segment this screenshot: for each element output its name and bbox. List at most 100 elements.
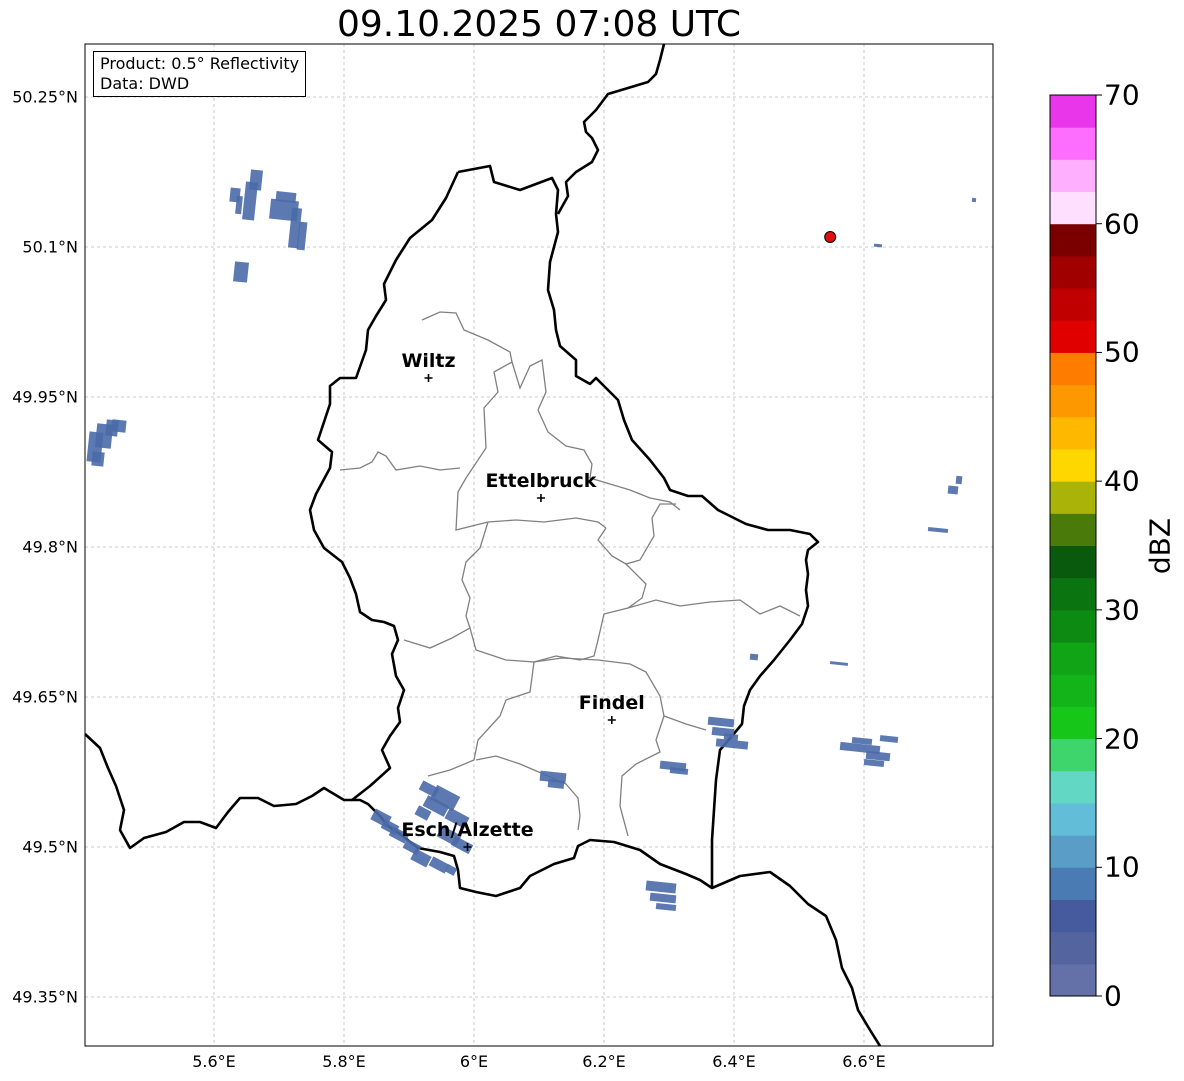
colorbar-segment: [1050, 931, 1096, 965]
radar-echo: [547, 779, 565, 789]
radar-echo: [655, 902, 677, 912]
lon-tick-label: 6°E: [459, 1052, 489, 1071]
lat-tick-label: 49.8°N: [22, 537, 78, 557]
colorbar-segment: [1050, 95, 1096, 128]
colorbar-tick-label: 50: [1104, 335, 1140, 369]
colorbar-tick-label: 70: [1104, 78, 1140, 112]
lat-tick-label: 50.1°N: [22, 237, 78, 257]
radar-site-marker: [824, 231, 837, 243]
city-markers: [424, 374, 616, 851]
district-borders: [339, 311, 801, 837]
city-label: Wiltz: [401, 350, 456, 372]
radar-echo: [955, 475, 963, 485]
radar-echo: [275, 190, 297, 204]
colorbar-segment: [1050, 835, 1096, 868]
city-marker: [536, 494, 545, 502]
lon-tick-label: 6.4°E: [712, 1052, 756, 1071]
graticule: [85, 44, 993, 1046]
lat-tick-label: 50.25°N: [12, 87, 78, 107]
colorbar-segment: [1050, 963, 1096, 997]
colorbar-segment: [1050, 674, 1096, 707]
district-border-east-2: [627, 599, 801, 617]
lat-tick-label: 49.65°N: [12, 687, 78, 707]
lon-tick-label: 5.8°E: [322, 1052, 366, 1071]
colorbar-segment: [1050, 609, 1096, 643]
radar-map: [84, 43, 1102, 1047]
radar-site: [824, 231, 837, 243]
colorbar-segment: [1050, 738, 1096, 772]
colorbar-segment: [1050, 513, 1096, 546]
colorbar-segment: [1050, 770, 1096, 804]
colorbar-segment: [1050, 127, 1096, 160]
colorbar-segment: [1050, 577, 1096, 611]
colorbar-segment: [1050, 448, 1096, 482]
colorbar: [1049, 94, 1102, 997]
radar-echo: [91, 451, 105, 467]
radar-echo: [873, 243, 883, 248]
district-border-north: [421, 311, 607, 531]
colorbar-tick-label: 30: [1104, 593, 1140, 627]
city-label: Ettelbruck: [485, 470, 597, 492]
radar-echo: [707, 716, 735, 728]
colorbar-segment: [1050, 159, 1096, 193]
colorbar-tick-label: 0: [1104, 979, 1122, 1013]
colorbar-segment: [1050, 288, 1096, 321]
city-label: Findel: [578, 692, 645, 714]
district-border-center: [403, 521, 489, 649]
lon-tick-label: 6.2°E: [582, 1052, 626, 1071]
city-label: Esch/Alzette: [401, 819, 534, 841]
district-border-south-4: [619, 715, 665, 837]
radar-echoes: [86, 169, 977, 912]
lon-tick-label: 6.6°E: [842, 1052, 886, 1071]
radar-echo: [879, 735, 899, 743]
district-border-center-east: [597, 503, 676, 565]
lat-tick-label: 49.5°N: [22, 837, 78, 857]
colorbar-segment: [1050, 867, 1096, 900]
colorbar-segment: [1050, 802, 1096, 836]
colorbar-tick-label: 10: [1104, 850, 1140, 884]
colorbar-tick-label: 20: [1104, 722, 1140, 756]
germany-border-south: [711, 870, 882, 1047]
data-source-label: Data: DWD: [100, 74, 190, 93]
district-border-west: [339, 451, 461, 471]
colorbar-label: dBZ: [1143, 517, 1177, 575]
colorbar-segment: [1050, 223, 1096, 257]
radar-echo: [749, 653, 759, 661]
district-border-south-5: [427, 759, 475, 777]
lon-tick-label: 5.6°E: [192, 1052, 236, 1071]
colorbar-segment: [1050, 481, 1096, 514]
radar-echo: [947, 485, 959, 495]
radar-echo: [232, 261, 250, 283]
colorbar-segment: [1050, 706, 1096, 740]
city-marker: [607, 716, 616, 724]
colorbar-tick-label: 40: [1104, 464, 1140, 498]
colorbar-segment: [1050, 384, 1096, 418]
lat-tick-label: 49.95°N: [12, 387, 78, 407]
district-border-south: [469, 627, 535, 761]
colorbar-segment: [1050, 191, 1096, 225]
product-label: Product: 0.5° Reflectivity: [100, 54, 300, 73]
colorbar-segment: [1050, 642, 1096, 675]
radar-echo: [649, 892, 677, 904]
colorbar-segment: [1050, 255, 1096, 289]
radar-echo: [829, 661, 849, 666]
france-belgium-border: [84, 733, 352, 850]
colorbar-segment: [1050, 352, 1096, 386]
city-marker: [424, 374, 433, 382]
radar-echo: [971, 197, 977, 203]
germany-border-north: [556, 43, 666, 215]
radar-echo: [111, 419, 127, 433]
product-info-box: Product: 0.5° Reflectivity Data: DWD: [93, 51, 307, 97]
radar-echo: [645, 880, 677, 894]
radar-echo: [248, 169, 264, 191]
map-frame: [84, 43, 994, 1047]
colorbar-segment: [1050, 545, 1096, 579]
colorbar-segment: [1050, 899, 1096, 933]
colorbar-tick-label: 60: [1104, 207, 1140, 241]
district-border-east: [533, 563, 647, 663]
luxembourg-border: [308, 164, 820, 898]
colorbar-segment: [1050, 416, 1096, 450]
lat-tick-label: 49.35°N: [12, 987, 78, 1007]
radar-echo: [927, 526, 949, 534]
colorbar-segment: [1050, 320, 1096, 353]
